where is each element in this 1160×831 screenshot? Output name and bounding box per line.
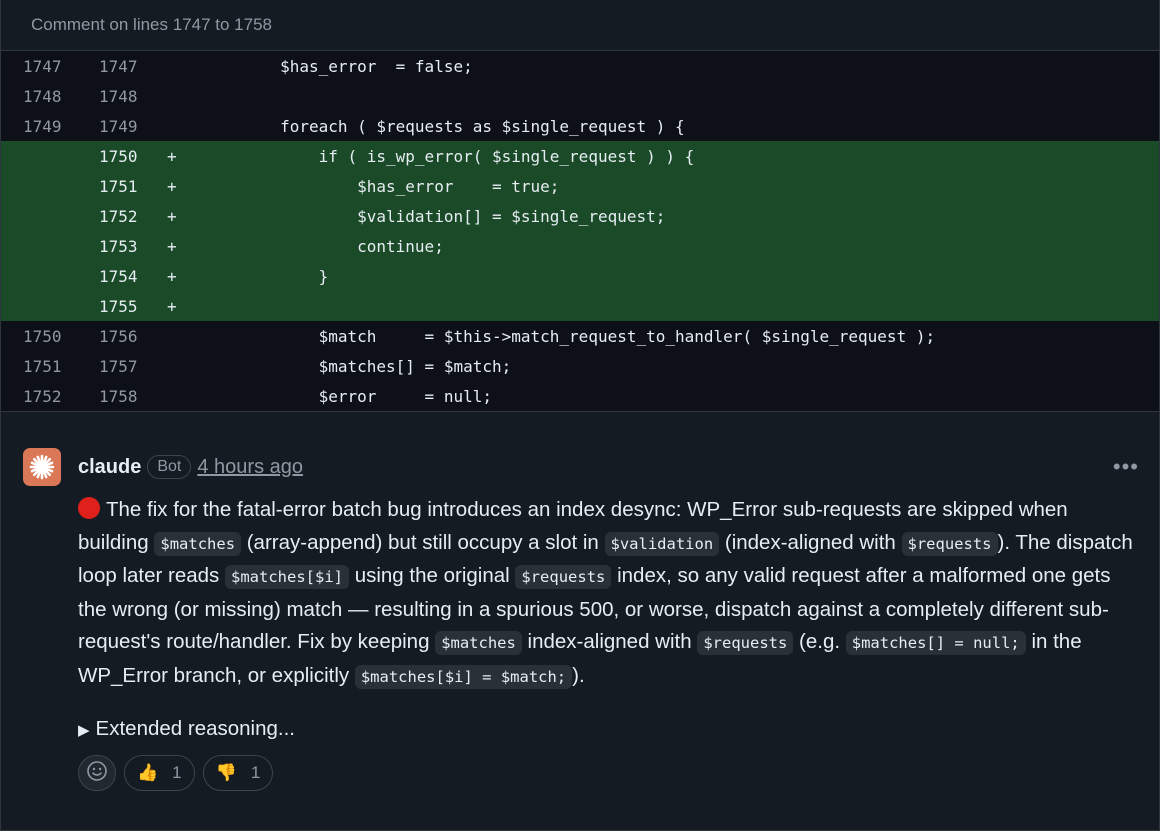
diff-code: $match = $this->match_request_to_handler… — [203, 326, 936, 346]
comment-text: (e.g. — [793, 630, 846, 653]
diff-sign: + — [167, 206, 177, 226]
inline-code: $requests — [901, 531, 998, 556]
kebab-horizontal-icon[interactable]: ••• — [1113, 454, 1139, 480]
comment-context-title: Comment on lines 1747 to 1758 — [31, 15, 272, 34]
diff-hunk: 1747 1747 $has_error = false; 1748 1748 1749… — [1, 51, 1159, 412]
smiley-icon — [86, 760, 108, 787]
thumbs-down-reaction-button[interactable]: 👎 1 — [202, 755, 274, 791]
comment-body: The fix for the fatal-error batch bug in… — [78, 494, 1135, 693]
new-line-number: 1756 — [99, 326, 138, 346]
comment-meta: claude Bot 4 hours ago ••• — [78, 448, 1138, 486]
thumbs-up-icon: 👍 — [137, 763, 159, 782]
thumbs-up-reaction-button[interactable]: 👍 1 — [124, 755, 195, 791]
claude-spark-icon — [29, 454, 55, 480]
new-line-number: 1750 — [99, 146, 138, 166]
diff-line-added[interactable]: 1753 + continue; — [1, 231, 1159, 261]
diff-sign: + — [167, 266, 177, 286]
old-line-number: 1752 — [23, 386, 62, 406]
comment-context-header: Comment on lines 1747 to 1758 — [1, 0, 1159, 51]
review-comment-panel: Comment on lines 1747 to 1758 1747 1747 $… — [0, 0, 1160, 831]
diff-line[interactable]: 1752 1758 $error = null; — [1, 381, 1159, 411]
avatar[interactable] — [23, 448, 61, 486]
comment-text: index-aligned with — [521, 630, 698, 653]
old-line-number: 1750 — [23, 326, 62, 346]
diff-code: $has_error = true; — [203, 176, 560, 196]
diff-code: foreach ( $requests as $single_request )… — [203, 116, 685, 136]
diff-code: continue; — [203, 236, 444, 256]
inline-code: $matches — [435, 631, 522, 655]
new-line-number: 1752 — [99, 206, 138, 226]
diff-sign: + — [167, 176, 177, 196]
diff-line-added[interactable]: 1755 + — [1, 291, 1159, 321]
thumbs-down-icon: 👎 — [215, 763, 237, 782]
new-line-number: 1754 — [99, 266, 138, 286]
new-line-number: 1757 — [99, 356, 138, 376]
new-line-number: 1749 — [99, 116, 138, 136]
new-line-number: 1748 — [99, 86, 138, 106]
diff-line[interactable]: 1748 1748 — [1, 81, 1159, 111]
new-line-number: 1753 — [99, 236, 138, 256]
diff-code: $matches[] = $match; — [203, 356, 512, 376]
comment-text: ). — [572, 663, 585, 687]
extended-reasoning-label: Extended reasoning... — [95, 717, 295, 740]
comment-text: (array-append) but still occupy a slot i… — [241, 530, 605, 554]
comment-text: using the original — [349, 564, 516, 587]
bot-badge: Bot — [147, 455, 192, 479]
diff-line[interactable]: 1749 1749 foreach ( $requests as $single_… — [1, 111, 1159, 141]
new-line-number: 1758 — [99, 386, 138, 406]
author-name[interactable]: claude — [78, 456, 141, 479]
diff-code: } — [203, 266, 329, 286]
comment-text: (index-aligned with — [719, 530, 902, 554]
inline-code: $matches[$i] — [225, 565, 349, 589]
diff-line-added[interactable]: 1750 + if ( is_wp_error( $single_request … — [1, 141, 1159, 171]
diff-line-added[interactable]: 1752 + $validation[] = $single_request; — [1, 201, 1159, 231]
inline-code: $matches[$i] = $match; — [354, 664, 573, 689]
inline-code: $matches[] = null; — [845, 631, 1026, 655]
diff-sign: + — [167, 236, 177, 256]
diff-sign: + — [167, 296, 177, 316]
new-line-number: 1747 — [99, 56, 138, 76]
new-line-number: 1751 — [99, 176, 138, 196]
old-line-number: 1747 — [23, 56, 62, 76]
diff-line[interactable]: 1750 1756 $match = $this->match_request_t… — [1, 321, 1159, 351]
triangle-right-icon: ▶ — [78, 722, 90, 739]
new-line-number: 1755 — [99, 296, 138, 316]
inline-code: $requests — [697, 631, 794, 655]
diff-sign: + — [167, 146, 177, 166]
diff-code: if ( is_wp_error( $single_request ) ) { — [203, 146, 695, 166]
diff-code: $error = null; — [203, 386, 492, 406]
reaction-count: 1 — [250, 763, 261, 782]
comment-timestamp[interactable]: 4 hours ago — [197, 456, 303, 479]
inline-code: $validation — [604, 531, 720, 556]
diff-line[interactable]: 1751 1757 $matches[] = $match; — [1, 351, 1159, 381]
old-line-number: 1751 — [23, 356, 62, 376]
diff-line-added[interactable]: 1754 + } — [1, 261, 1159, 291]
extended-reasoning-toggle[interactable]: ▶ Extended reasoning... — [78, 717, 1135, 741]
inline-code: $matches — [154, 531, 242, 556]
inline-code: $requests — [515, 565, 612, 589]
diff-line-added[interactable]: 1751 + $has_error = true; — [1, 171, 1159, 201]
old-line-number: 1749 — [23, 116, 62, 136]
old-line-number: 1748 — [23, 86, 62, 106]
diff-code: $validation[] = $single_request; — [203, 206, 666, 226]
comment: claude Bot 4 hours ago ••• The fix for t… — [1, 412, 1159, 791]
reaction-count: 1 — [172, 763, 182, 782]
add-reaction-button[interactable] — [78, 755, 116, 791]
reactions-bar: 👍 1 👎 1 — [78, 755, 1135, 791]
red-circle-icon — [78, 497, 100, 519]
diff-line[interactable]: 1747 1747 $has_error = false; — [1, 51, 1159, 81]
diff-code: $has_error = false; — [203, 56, 473, 76]
